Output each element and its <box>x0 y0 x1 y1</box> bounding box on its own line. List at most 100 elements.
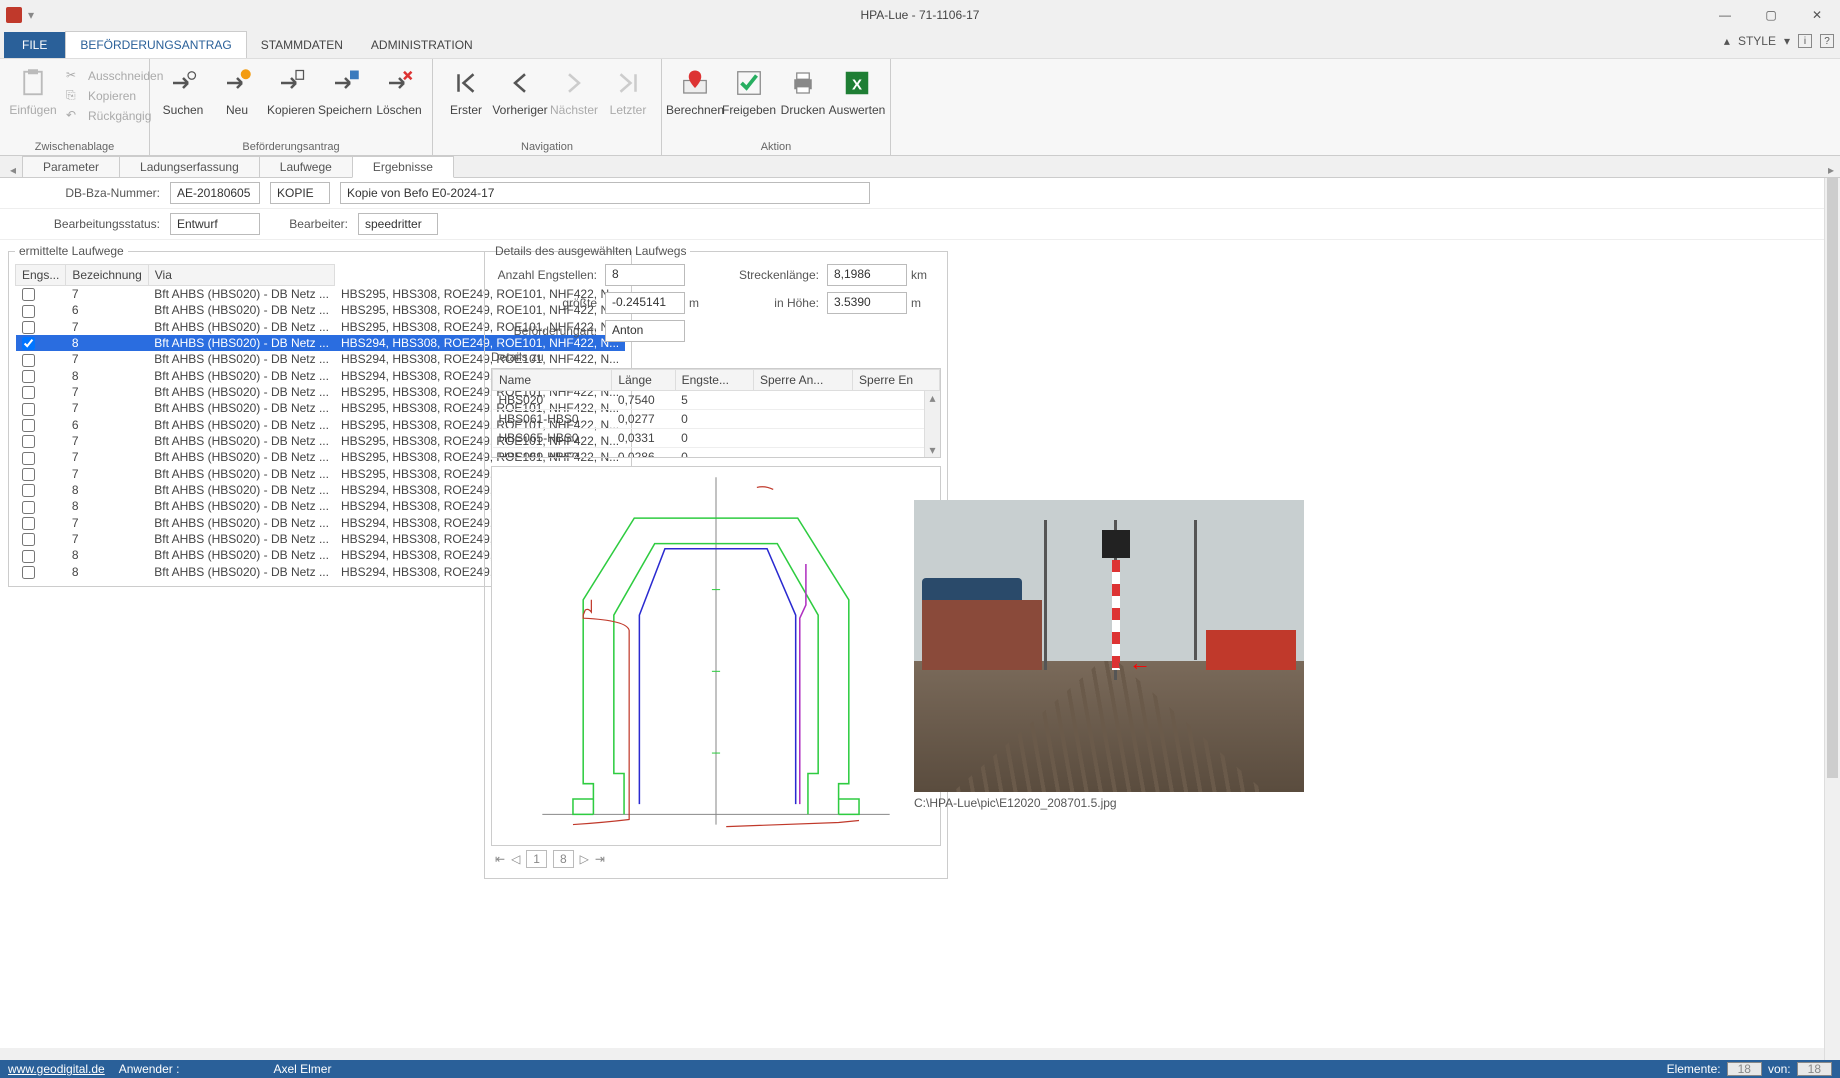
scissors-icon: ✂ <box>66 68 82 84</box>
kopie-text-field[interactable]: Kopie von Befo E0-2024-17 <box>340 182 870 204</box>
strecke-field[interactable]: 8,1986 <box>827 264 907 286</box>
row-checkbox[interactable] <box>22 337 35 350</box>
tab-befoerderungsantrag[interactable]: BEFÖRDERUNGSANTRAG <box>65 31 246 58</box>
col-bez[interactable]: Bezeichnung <box>66 265 148 286</box>
db-bza-field[interactable]: AE-20180605 <box>170 182 260 204</box>
elemente-value: 18 <box>1727 1062 1762 1076</box>
status-url[interactable]: www.geodigital.de <box>8 1062 105 1076</box>
maximize-button[interactable]: ▢ <box>1748 0 1794 30</box>
subtab-ladung[interactable]: Ladungserfassung <box>119 156 260 178</box>
details-legend: Details des ausgewählten Laufwegs <box>491 244 690 258</box>
details-row[interactable]: HBS069-HBS00,02860 <box>493 448 940 459</box>
tab-file[interactable]: FILE <box>4 32 65 58</box>
copy-arrow-icon <box>275 67 307 99</box>
row-checkbox[interactable] <box>22 533 35 546</box>
style-dropdown-icon[interactable]: ▾ <box>1784 34 1790 48</box>
row-checkbox[interactable] <box>22 435 35 448</box>
row-checkbox[interactable] <box>22 419 35 432</box>
bearbeiter-field[interactable]: speedritter <box>358 213 438 235</box>
subtab-left-icon[interactable]: ◂ <box>4 163 22 177</box>
style-label[interactable]: STYLE <box>1738 34 1776 48</box>
subtab-parameter[interactable]: Parameter <box>22 156 120 178</box>
row-checkbox[interactable] <box>22 386 35 399</box>
ribbon-collapse-icon[interactable]: ▴ <box>1724 34 1730 48</box>
first-button[interactable]: Erster <box>441 63 491 121</box>
subtab-ergebnisse[interactable]: Ergebnisse <box>352 156 454 178</box>
row-checkbox[interactable] <box>22 501 35 514</box>
details-table[interactable]: Name Länge Engste... Sperre An... Sperre… <box>492 369 940 458</box>
chart-last-icon[interactable]: ⇥ <box>595 852 605 866</box>
tab-administration[interactable]: ADMINISTRATION <box>357 32 487 58</box>
row-checkbox[interactable] <box>22 403 35 416</box>
col-engs[interactable]: Engs... <box>16 265 66 286</box>
row-checkbox[interactable] <box>22 517 35 530</box>
subtab-bar: ◂ Parameter Ladungserfassung Laufwege Er… <box>0 156 1840 178</box>
undo-icon: ↶ <box>66 108 82 124</box>
next-button[interactable]: Nächster <box>549 63 599 121</box>
dcol-laenge[interactable]: Länge <box>612 370 675 391</box>
delete-arrow-icon <box>383 67 415 99</box>
help-question-icon[interactable]: ? <box>1820 34 1834 48</box>
delete-button[interactable]: Löschen <box>374 63 424 121</box>
print-button[interactable]: Drucken <box>778 63 828 121</box>
help-info-icon[interactable]: i <box>1798 34 1812 48</box>
paste-icon <box>17 67 49 99</box>
row-checkbox[interactable] <box>22 354 35 367</box>
details-row[interactable]: HBS061-HBS00,02770 <box>493 410 940 429</box>
chart-nav: ⇤ ◁ 1 8 ▷ ⇥ <box>491 846 941 872</box>
save-button[interactable]: Speichern <box>320 63 370 121</box>
compute-button[interactable]: Berechnen <box>670 63 720 121</box>
dcol-engste[interactable]: Engste... <box>675 370 753 391</box>
dcol-sperre-an[interactable]: Sperre An... <box>753 370 852 391</box>
row-checkbox[interactable] <box>22 468 35 481</box>
col-via[interactable]: Via <box>148 265 335 286</box>
row-checkbox[interactable] <box>22 288 35 301</box>
search-button[interactable]: Suchen <box>158 63 208 121</box>
chart-prev-icon[interactable]: ◁ <box>511 852 520 866</box>
subtab-laufwege[interactable]: Laufwege <box>259 156 353 178</box>
new-button[interactable]: Neu <box>212 63 262 121</box>
ribbon: Einfügen ✂Ausschneiden ⎘Kopieren ↶Rückgä… <box>0 58 1840 156</box>
minimize-button[interactable]: — <box>1702 0 1748 30</box>
release-button[interactable]: Freigeben <box>724 63 774 121</box>
status-label: Bearbeitungsstatus: <box>20 217 160 231</box>
details-row[interactable]: HBS065-HBS00,03310 <box>493 429 940 448</box>
befart-field[interactable]: Anton <box>605 320 685 342</box>
last-icon <box>612 67 644 99</box>
row-checkbox[interactable] <box>22 305 35 318</box>
group-clipboard-label: Zwischenablage <box>8 139 141 153</box>
close-button[interactable]: ✕ <box>1794 0 1840 30</box>
chart-next-icon[interactable]: ▷ <box>580 852 589 866</box>
paste-button[interactable]: Einfügen <box>8 63 58 121</box>
arrow-marker-icon: ← <box>1129 650 1151 676</box>
row-checkbox[interactable] <box>22 321 35 334</box>
row-checkbox[interactable] <box>22 550 35 563</box>
details-row[interactable]: HBS0200,75405 <box>493 391 940 410</box>
anzahl-label: Anzahl Engstellen: <box>491 268 601 282</box>
elemente-label: Elemente: <box>1667 1062 1721 1076</box>
qat-dropdown-icon[interactable]: ▾ <box>28 8 34 22</box>
status-field[interactable]: Entwurf <box>170 213 260 235</box>
tab-stammdaten[interactable]: STAMMDATEN <box>247 32 357 58</box>
row-checkbox[interactable] <box>22 566 35 579</box>
check-icon <box>733 67 765 99</box>
row-checkbox[interactable] <box>22 452 35 465</box>
prev-button[interactable]: Vorheriger <box>495 63 545 121</box>
chart-total: 8 <box>553 850 574 868</box>
details-zu-label: Details zu <box>491 350 941 364</box>
details-table-wrap: Name Länge Engste... Sperre An... Sperre… <box>491 368 941 458</box>
groesste-field[interactable]: -0.245141 <box>605 292 685 314</box>
subtab-right-icon[interactable]: ▸ <box>1828 163 1834 177</box>
dcol-name[interactable]: Name <box>493 370 612 391</box>
profile-chart[interactable] <box>491 466 941 846</box>
chart-page[interactable]: 1 <box>526 850 547 868</box>
hoehe-field[interactable]: 3.5390 <box>827 292 907 314</box>
chart-first-icon[interactable]: ⇤ <box>495 852 505 866</box>
row-checkbox[interactable] <box>22 370 35 383</box>
anzahl-field[interactable]: 8 <box>605 264 685 286</box>
row-checkbox[interactable] <box>22 484 35 497</box>
content-scrollbar[interactable] <box>1824 178 1840 1060</box>
export-button[interactable]: XAuswerten <box>832 63 882 121</box>
copy2-button[interactable]: Kopieren <box>266 63 316 121</box>
last-button[interactable]: Letzter <box>603 63 653 121</box>
